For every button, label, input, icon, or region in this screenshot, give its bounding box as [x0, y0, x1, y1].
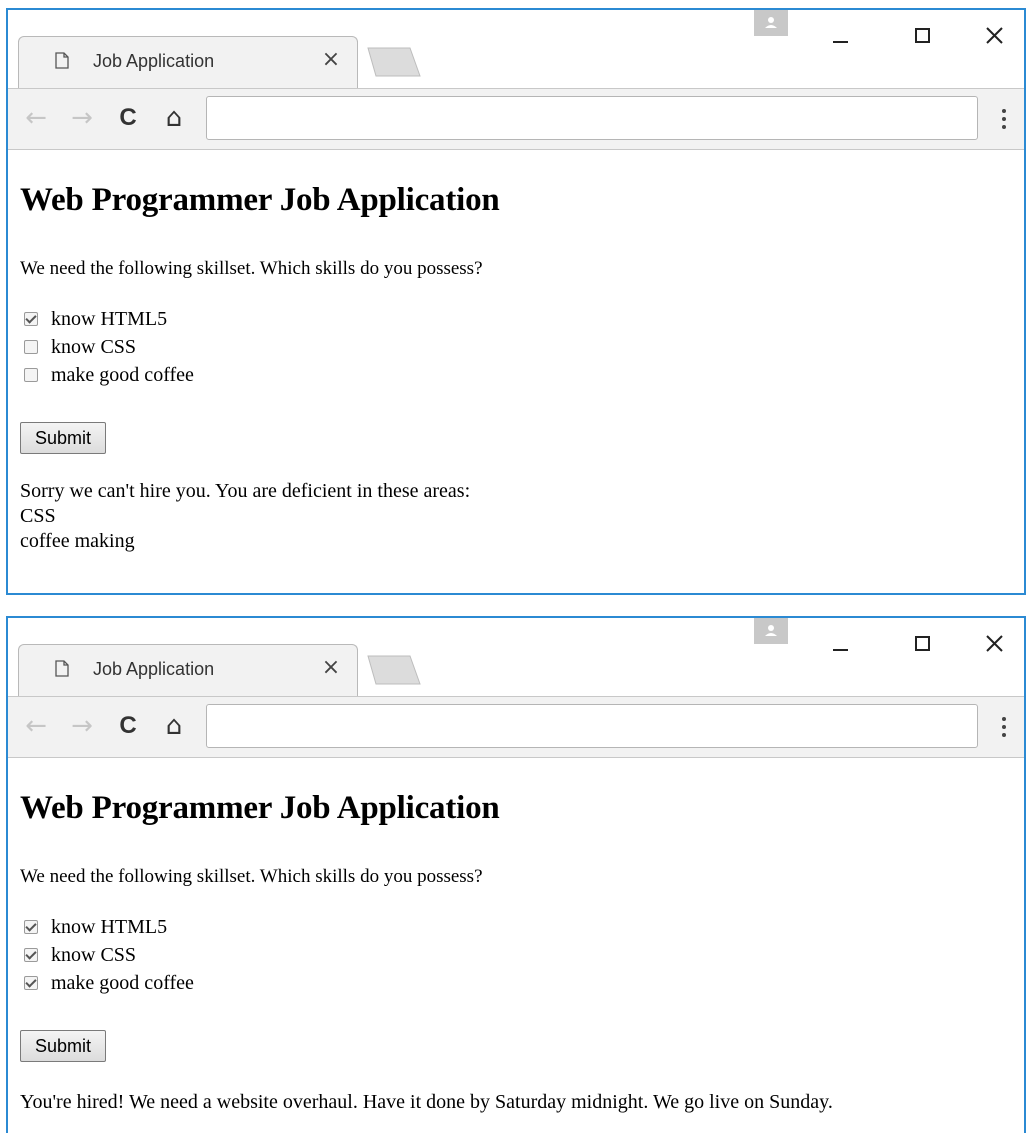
new-tab-button[interactable]: [366, 46, 422, 78]
tab-close-button[interactable]: ×: [319, 655, 343, 681]
skill-html5-option[interactable]: know HTML5: [24, 306, 167, 332]
result-message: Sorry we can't hire you. You are deficie…: [20, 479, 470, 554]
title-bar: Job Application ×: [8, 618, 1024, 696]
skill-html5-checkbox[interactable]: [24, 920, 38, 934]
skill-css-option[interactable]: know CSS: [24, 942, 136, 968]
tab-close-button[interactable]: ×: [319, 47, 343, 73]
submit-button[interactable]: Submit: [20, 422, 106, 454]
document-icon: [55, 660, 69, 677]
back-button[interactable]: ←: [22, 103, 50, 133]
tab-job-application[interactable]: Job Application ×: [18, 644, 358, 696]
close-icon[interactable]: [974, 20, 1014, 50]
document-icon: [55, 52, 69, 69]
skill-coffee-option[interactable]: make good coffee: [24, 970, 194, 996]
tab-title: Job Application: [93, 51, 215, 71]
submit-button[interactable]: Submit: [20, 1030, 106, 1062]
browser-toolbar: ← → C ⌂: [8, 88, 1024, 150]
page-title: Web Programmer Job Application: [20, 790, 500, 826]
tab-title: Job Application: [93, 659, 215, 679]
profile-icon[interactable]: [754, 10, 788, 36]
new-tab-button[interactable]: [366, 654, 422, 686]
skill-coffee-checkbox[interactable]: [24, 368, 38, 382]
minimize-icon[interactable]: [820, 628, 860, 658]
kebab-menu-icon[interactable]: [994, 105, 1014, 133]
result-line: coffee making: [20, 530, 135, 552]
maximize-icon[interactable]: [902, 20, 942, 50]
skill-css-label: know CSS: [51, 943, 137, 966]
skill-css-checkbox[interactable]: [24, 340, 38, 354]
browser-toolbar: ← → C ⌂: [8, 696, 1024, 758]
title-bar: Job Application ×: [8, 10, 1024, 88]
reload-button[interactable]: C: [114, 103, 142, 133]
skill-css-checkbox[interactable]: [24, 948, 38, 962]
skill-coffee-checkbox[interactable]: [24, 976, 38, 990]
address-bar[interactable]: [206, 96, 978, 140]
page-content: Web Programmer Job Application We need t…: [8, 150, 1024, 593]
skill-coffee-label: make good coffee: [51, 363, 194, 386]
address-bar[interactable]: [206, 704, 978, 748]
home-button[interactable]: ⌂: [160, 103, 188, 133]
skill-html5-option[interactable]: know HTML5: [24, 914, 167, 940]
skill-html5-label: know HTML5: [51, 307, 168, 330]
result-line: Sorry we can't hire you. You are deficie…: [20, 480, 471, 502]
page-content: Web Programmer Job Application We need t…: [8, 758, 1024, 1133]
minimize-icon[interactable]: [820, 20, 860, 50]
browser-window-1: Job Application × ← → C ⌂ Web Programmer…: [6, 8, 1026, 595]
skill-coffee-label: make good coffee: [51, 971, 194, 994]
forward-button[interactable]: →: [68, 103, 96, 133]
skill-html5-label: know HTML5: [51, 915, 168, 938]
maximize-icon[interactable]: [902, 628, 942, 658]
close-icon[interactable]: [974, 628, 1014, 658]
result-message: You're hired! We need a website overhaul…: [20, 1090, 833, 1115]
tab-job-application[interactable]: Job Application ×: [18, 36, 358, 88]
browser-window-2: Job Application × ← → C ⌂ Web Programmer…: [6, 616, 1026, 1133]
kebab-menu-icon[interactable]: [994, 713, 1014, 741]
skill-css-option[interactable]: know CSS: [24, 334, 136, 360]
forward-button[interactable]: →: [68, 711, 96, 741]
page-title: Web Programmer Job Application: [20, 182, 500, 218]
result-line: CSS: [20, 505, 56, 527]
intro-text: We need the following skillset. Which sk…: [20, 258, 483, 279]
intro-text: We need the following skillset. Which sk…: [20, 866, 483, 887]
skill-css-label: know CSS: [51, 335, 137, 358]
home-button[interactable]: ⌂: [160, 711, 188, 741]
skill-coffee-option[interactable]: make good coffee: [24, 362, 194, 388]
profile-icon[interactable]: [754, 618, 788, 644]
back-button[interactable]: ←: [22, 711, 50, 741]
result-line: You're hired! We need a website overhaul…: [20, 1091, 833, 1113]
skill-html5-checkbox[interactable]: [24, 312, 38, 326]
reload-button[interactable]: C: [114, 711, 142, 741]
